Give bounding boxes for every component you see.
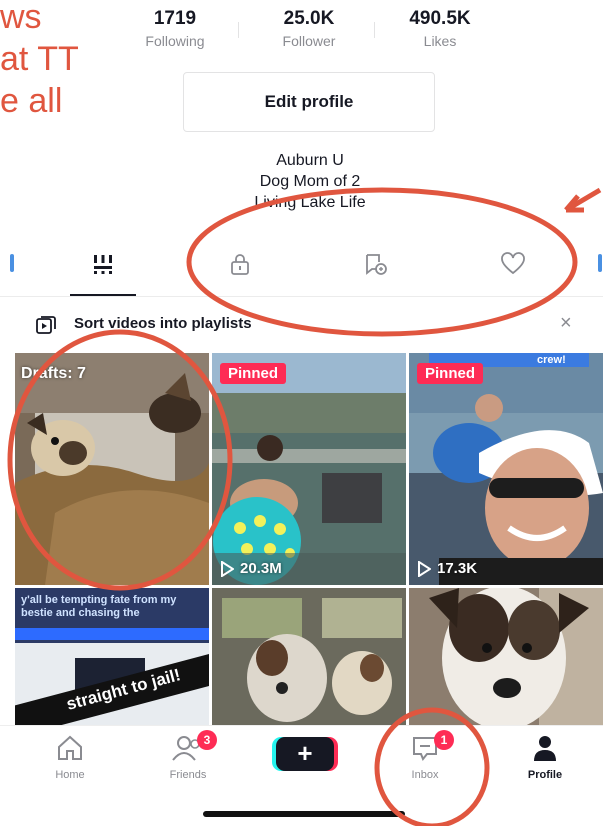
- annotation-line-1: ws: [0, 0, 42, 36]
- stat-likes-value: 490.5K: [409, 8, 471, 29]
- home-icon: [58, 735, 82, 760]
- heart-icon: [501, 252, 525, 275]
- lake-boat-photo: [212, 353, 406, 585]
- playlist-icon: [36, 316, 56, 334]
- view-count-value: 20.3M: [240, 560, 282, 577]
- video-thumbnail-drafts[interactable]: Drafts: 7: [15, 353, 209, 585]
- create-plus-label: +: [297, 738, 313, 768]
- view-count: 17.3K: [417, 560, 477, 577]
- play-icon: [418, 560, 431, 577]
- view-count: 20.3M: [220, 560, 282, 577]
- profile-stats: 1719 Following 25.0K Follower 490.5K Lik…: [120, 6, 500, 60]
- nav-profile-label: Profile: [527, 769, 563, 781]
- video-thumbnail-pinned-2[interactable]: crew! Pinned 17.3K: [409, 353, 603, 585]
- dog-closeup-photo: [409, 588, 603, 725]
- videos-grid-icon: [94, 255, 112, 274]
- home-indicator: [203, 811, 405, 817]
- active-tab-indicator: [70, 294, 136, 296]
- video-thumbnail-pinned-1[interactable]: Pinned 20.3M: [212, 353, 406, 585]
- nav-inbox-label: Inbox: [411, 769, 439, 781]
- annotation-line-3: e all: [0, 82, 63, 120]
- lake-selfie-photo: [409, 353, 603, 585]
- playlist-banner-text: Sort videos into playlists: [74, 315, 252, 332]
- dog-car-photo: [212, 588, 406, 725]
- inbox-badge: 1: [434, 730, 454, 750]
- annotation-arrow: [564, 187, 602, 213]
- close-icon[interactable]: ×: [560, 312, 572, 335]
- annotation-text: ws at TT e all: [0, 0, 79, 122]
- nav-friends-label: Friends: [169, 769, 207, 781]
- nav-inbox[interactable]: 1 Inbox: [380, 730, 470, 781]
- stat-following-value: 1719: [153, 8, 197, 29]
- stat-following-label: Following: [145, 33, 205, 49]
- video-thumbnail-4[interactable]: y'all be tempting fate from my bestie an…: [15, 588, 209, 725]
- stat-followers[interactable]: 25.0K Follower: [254, 6, 364, 50]
- dog-photo: [15, 353, 209, 585]
- stat-divider: [238, 22, 239, 38]
- pinned-badge: Pinned: [220, 363, 287, 384]
- profile-icon: [534, 736, 556, 761]
- video-grid: Drafts: 7 Pinned 20.3M crew! Pinned 17.3…: [15, 353, 603, 725]
- repost-icon: [366, 254, 387, 275]
- stat-divider: [374, 22, 375, 38]
- playlist-banner[interactable]: Sort videos into playlists ×: [0, 300, 603, 350]
- stat-likes[interactable]: 490.5K Likes: [385, 6, 495, 50]
- video-thumbnail-6[interactable]: [409, 588, 603, 725]
- view-count-value: 17.3K: [437, 560, 478, 577]
- nav-home-label: Home: [55, 769, 85, 781]
- stat-following[interactable]: 1719 Following: [120, 6, 230, 50]
- nav-friends[interactable]: 3 Friends: [143, 730, 233, 781]
- tab-private[interactable]: [200, 234, 280, 294]
- stat-followers-value: 25.0K: [283, 8, 335, 29]
- annotation-line-2: at TT: [0, 40, 79, 78]
- lock-icon: [231, 254, 249, 275]
- profile-tabs: [0, 234, 603, 297]
- drafts-label: Drafts: 7: [21, 365, 86, 382]
- bio-line-1: Auburn U: [276, 152, 344, 169]
- nav-profile[interactable]: Profile: [500, 734, 590, 781]
- tab-reposts[interactable]: [336, 234, 416, 294]
- play-icon: [221, 560, 234, 577]
- pinned-badge: Pinned: [417, 363, 484, 384]
- tab-liked[interactable]: [473, 234, 553, 294]
- stat-likes-label: Likes: [423, 33, 457, 49]
- nav-home[interactable]: Home: [25, 734, 115, 781]
- video-caption: y'all be tempting fate from my bestie an…: [21, 594, 177, 619]
- video-thumbnail-5[interactable]: [212, 588, 406, 725]
- stat-followers-label: Follower: [282, 33, 336, 49]
- profile-bio: Auburn U Dog Mom of 2 Living Lake Life: [150, 150, 470, 213]
- video-caption: crew!: [537, 354, 566, 366]
- tab-videos[interactable]: [63, 234, 143, 294]
- edit-profile-button[interactable]: Edit profile: [183, 72, 435, 132]
- create-button[interactable]: +: [272, 735, 338, 773]
- bio-line-2: Dog Mom of 2: [259, 173, 361, 190]
- friends-badge: 3: [197, 730, 217, 750]
- bio-line-3: Living Lake Life: [254, 194, 366, 211]
